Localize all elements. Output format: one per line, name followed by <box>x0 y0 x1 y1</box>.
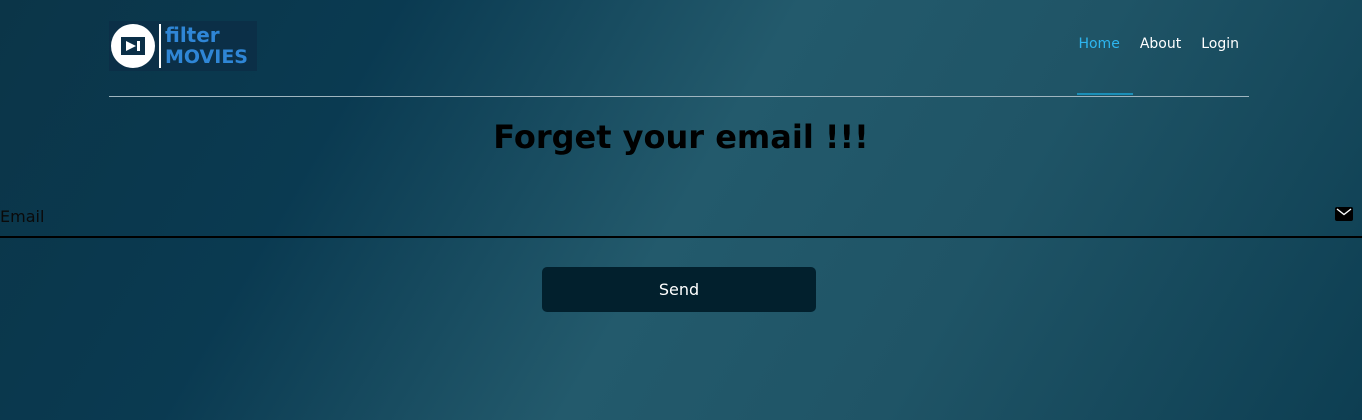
logo-text: filter MOVIES <box>165 24 248 68</box>
active-nav-indicator <box>1077 93 1133 95</box>
envelope-icon <box>1335 206 1353 225</box>
email-input[interactable] <box>0 200 1320 232</box>
nav-login-link[interactable]: Login <box>1201 36 1239 52</box>
navbar: filter MOVIES Home About Login <box>109 0 1249 97</box>
logo-line-2: MOVIES <box>165 46 248 68</box>
nav-home-link[interactable]: Home <box>1078 36 1119 52</box>
email-field <box>0 200 1362 238</box>
send-button[interactable]: Send <box>542 267 816 312</box>
page-title: Forget your email !!! <box>493 118 869 156</box>
nav-links: Home About Login <box>1078 36 1239 52</box>
logo[interactable]: filter MOVIES <box>109 21 257 71</box>
nav-about-link[interactable]: About <box>1140 36 1181 52</box>
logo-divider <box>159 24 161 68</box>
play-arrow-icon <box>111 24 155 68</box>
logo-line-1: filter <box>165 23 220 47</box>
